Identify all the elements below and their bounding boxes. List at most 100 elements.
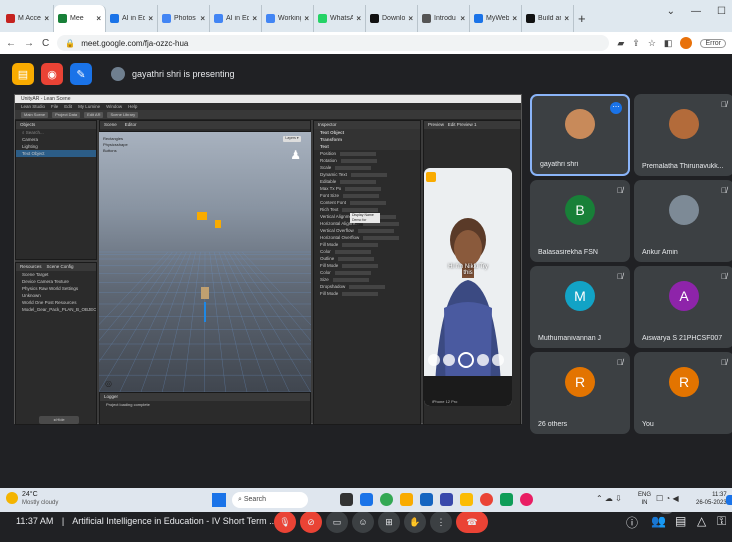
inspector-field[interactable] — [345, 187, 381, 191]
windows-start-icon[interactable] — [212, 493, 226, 507]
notes-app-icon[interactable]: ▤ — [12, 63, 34, 85]
browser-tab[interactable]: Introdu× — [418, 5, 470, 32]
more-options-button[interactable]: ⋮ — [430, 511, 452, 533]
resource-item[interactable]: Device Camera Texture — [16, 278, 96, 285]
character-model[interactable] — [201, 287, 209, 299]
task-view-icon[interactable] — [340, 493, 353, 506]
hierarchy-item[interactable]: Text Object — [16, 150, 96, 157]
error-button[interactable]: Error — [700, 39, 726, 48]
inspector-row[interactable]: Vertical Overflow — [314, 227, 420, 234]
notification-icon[interactable] — [726, 495, 732, 505]
url-input[interactable]: 🔒 meet.google.com/fja-ozzc-hua — [57, 35, 609, 51]
side-panel-icon[interactable]: ◧ — [664, 38, 673, 49]
photos-icon[interactable] — [460, 493, 473, 506]
tile-options-icon[interactable]: ⋯ — [610, 102, 622, 114]
compass-icon[interactable]: ◎ — [105, 379, 112, 388]
inspector-row[interactable]: Content Font — [314, 199, 420, 206]
inspector-row[interactable]: Fill Mode — [314, 241, 420, 248]
resource-item[interactable]: Physics Raw World Settings — [16, 285, 96, 292]
camera-indicator-icon[interactable]: ▰ — [617, 38, 624, 49]
activities-icon[interactable]: △ — [697, 514, 706, 528]
browser-tab[interactable]: Mee× — [54, 5, 106, 32]
inspector-row[interactable]: Outline — [314, 255, 420, 262]
browser-tab[interactable]: Working× — [262, 5, 314, 32]
close-tab-icon[interactable]: × — [200, 14, 205, 23]
inspector-field[interactable] — [343, 194, 379, 198]
minimize-button[interactable]: — — [691, 6, 701, 17]
inspector-field[interactable] — [340, 180, 376, 184]
inspector-field[interactable] — [342, 208, 378, 212]
light-gizmo[interactable] — [215, 220, 221, 228]
inspector-field[interactable] — [335, 250, 371, 254]
whiteboard-app-icon[interactable]: ✎ — [70, 63, 92, 85]
inspector-row[interactable]: Rich Text — [314, 206, 420, 213]
hierarchy-item[interactable]: Lighting — [16, 143, 96, 150]
inspector-row[interactable]: Font Size — [314, 192, 420, 199]
inspector-row[interactable]: Scale — [314, 164, 420, 171]
close-tab-icon[interactable]: × — [408, 14, 413, 23]
file-explorer-icon[interactable] — [400, 493, 413, 506]
resource-item[interactable]: Unknown — [16, 292, 96, 299]
close-tab-icon[interactable]: × — [460, 14, 465, 23]
teams-icon[interactable] — [440, 493, 453, 506]
close-tab-icon[interactable]: × — [356, 14, 361, 23]
inspector-field[interactable] — [342, 264, 378, 268]
editor-menu-item[interactable]: Window — [106, 103, 122, 110]
edge-icon[interactable] — [360, 493, 373, 506]
editor-tab[interactable]: Editor — [125, 121, 137, 129]
chevron-down-icon[interactable]: ⌄ — [667, 6, 675, 17]
lock-host-icon[interactable]: ⚿ — [717, 514, 726, 529]
editor-menu-item[interactable]: Help — [128, 103, 137, 110]
lens-carousel[interactable] — [428, 354, 504, 368]
chat-icon[interactable]: ▤ — [675, 514, 686, 528]
store-icon[interactable] — [420, 493, 433, 506]
inspector-section[interactable]: Text Object — [314, 129, 420, 136]
browser-tab[interactable]: WhatsA× — [314, 5, 366, 32]
inspector-field[interactable] — [335, 166, 371, 170]
resource-item[interactable]: Model_Gear_Pack_PLAN_B_OBJECTS — [16, 306, 96, 313]
browser-tab[interactable]: AI in Edu× — [106, 5, 158, 32]
inspector-row[interactable]: Fill Mode — [314, 290, 420, 297]
scene-tab[interactable]: Scene — [104, 121, 117, 129]
language-indicator[interactable]: ENGIN — [638, 491, 651, 507]
inspector-row[interactable]: Editable — [314, 178, 420, 185]
people-icon[interactable]: 👥 — [651, 514, 666, 528]
object-gizmo[interactable] — [197, 212, 207, 220]
inspector-section[interactable]: Transform — [314, 136, 420, 143]
chrome-profile-icon[interactable] — [480, 493, 493, 506]
browser-tab[interactable]: M Accepte× — [2, 5, 54, 32]
inspector-row[interactable]: Position — [314, 150, 420, 157]
close-tab-icon[interactable]: × — [148, 14, 153, 23]
inspector-field[interactable] — [351, 173, 387, 177]
editor-toolbar-button[interactable]: Main Scene — [21, 112, 48, 118]
leave-call-button[interactable]: ☎ — [456, 511, 488, 533]
inspector-row[interactable]: Rotation — [314, 157, 420, 164]
inspector-field[interactable] — [342, 243, 378, 247]
inspector-row[interactable]: Fill Mode — [314, 262, 420, 269]
participant-tile[interactable]: Ankur Amin🎙̸ — [634, 180, 732, 262]
inspector-section[interactable]: Text — [314, 143, 420, 150]
profile-avatar[interactable] — [680, 37, 692, 49]
participant-tile[interactable]: gayathri shri⋯ — [530, 94, 630, 176]
editor-toolbar-button[interactable]: Edit AR — [84, 112, 103, 118]
mic-off-button[interactable]: 🎙 — [274, 511, 296, 533]
share-icon[interactable]: ⇪ — [632, 38, 640, 49]
back-icon[interactable]: ← — [6, 38, 16, 49]
close-tab-icon[interactable]: × — [564, 14, 569, 23]
inspector-field[interactable] — [333, 278, 369, 282]
collapse-button[interactable]: ◂ Hide — [39, 416, 79, 424]
participant-tile[interactable]: BBalasasirekha FSN🎙̸ — [530, 180, 630, 262]
inspector-row[interactable]: Dropshadow — [314, 283, 420, 290]
editor-toolbar-button[interactable]: Project Data — [52, 112, 80, 118]
participant-tile[interactable]: AAiswarya S 21PHCSF007🎙̸ — [634, 266, 732, 348]
inspector-field[interactable] — [363, 236, 399, 240]
participant-tile[interactable]: R26 others🎙̸ — [530, 352, 630, 434]
inspector-field[interactable] — [335, 271, 371, 275]
inspector-row[interactable]: Size — [314, 276, 420, 283]
editor-menu-item[interactable]: Lean Studio — [21, 103, 45, 110]
editor-menu-item[interactable]: My Lumine — [78, 103, 100, 110]
scene-layer-item[interactable]: Buttons — [103, 148, 128, 154]
scene-viewport[interactable]: RectanglesPhysicsshapeButtons Layers ▾ ♟… — [99, 132, 311, 392]
inspector-row[interactable]: Color — [314, 269, 420, 276]
ar-app-icon[interactable] — [426, 172, 436, 182]
